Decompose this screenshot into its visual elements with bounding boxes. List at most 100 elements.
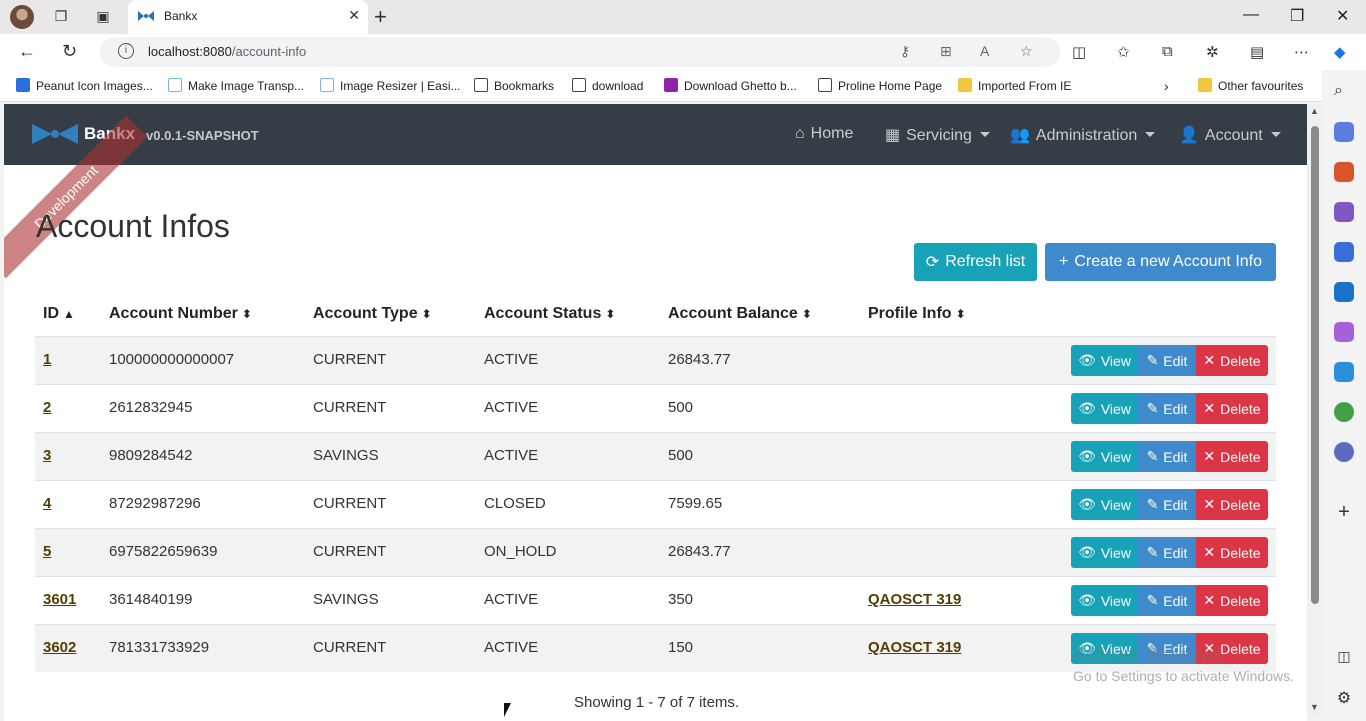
bookmark-item[interactable]: Peanut Icon Images... — [16, 78, 153, 93]
row-account-type: SAVINGS — [313, 591, 379, 608]
bookmark-item[interactable]: Download Ghetto b... — [664, 78, 797, 93]
bookmarks-overflow-icon[interactable]: › — [1164, 78, 1169, 94]
close-tab-icon[interactable]: ✕ — [348, 7, 360, 24]
row-id-link[interactable]: 3601 — [43, 591, 76, 608]
view-button[interactable]: 👁 View — [1071, 441, 1138, 472]
pencil-icon: ✎ — [1146, 400, 1159, 416]
minimize-icon[interactable]: — — [1243, 6, 1259, 24]
home-icon: ⌂ — [795, 125, 805, 142]
edit-button[interactable]: ✎ Edit — [1138, 441, 1196, 472]
bookmark-item[interactable]: Image Resizer | Easi... — [320, 78, 461, 93]
page-scrollbar[interactable]: ▲ ▼ — [1307, 104, 1323, 717]
view-button[interactable]: 👁 View — [1071, 537, 1138, 568]
header-account-status[interactable]: Account Status ⬍ — [484, 305, 615, 323]
add-icon[interactable]: + — [1334, 502, 1354, 522]
close-window-icon[interactable]: ✕ — [1336, 6, 1349, 26]
edit-button[interactable]: ✎ Edit — [1138, 537, 1196, 568]
edit-button[interactable]: ✎ Edit — [1138, 585, 1196, 616]
search-icon[interactable]: ⌕ — [1334, 82, 1354, 102]
delete-button[interactable]: ✕ Delete — [1196, 393, 1268, 424]
create-account-info-button[interactable]: + Create a new Account Info — [1045, 243, 1276, 281]
row-id-link[interactable]: 3 — [43, 447, 51, 464]
site-info-icon[interactable]: i — [118, 43, 134, 59]
url-text[interactable]: localhost:8080/account-info — [148, 44, 306, 59]
header-profile-info[interactable]: Profile Info ⬍ — [868, 305, 966, 323]
shopping-icon[interactable] — [1334, 122, 1354, 142]
delete-button[interactable]: ✕ Delete — [1196, 441, 1268, 472]
apps-icon[interactable]: ⊞ — [940, 43, 952, 60]
favorite-star-icon[interactable]: ☆ — [1020, 43, 1033, 60]
nav-home[interactable]: ⌂ Home — [795, 125, 853, 143]
view-button[interactable]: 👁 View — [1071, 585, 1138, 616]
m365-icon[interactable] — [1334, 242, 1354, 262]
delete-button[interactable]: ✕ Delete — [1196, 585, 1268, 616]
split-screen-icon[interactable]: ◫ — [1072, 43, 1086, 61]
back-icon[interactable]: ← — [18, 41, 36, 62]
refresh-list-button[interactable]: ⟳ Refresh list — [914, 243, 1037, 281]
users-icon: 👥 — [1010, 127, 1030, 144]
key-icon[interactable]: ⚷ — [900, 43, 910, 60]
send-icon[interactable] — [1334, 362, 1354, 382]
row-account-status: ON_HOLD — [484, 543, 557, 560]
delete-button[interactable]: ✕ Delete — [1196, 489, 1268, 520]
view-button[interactable]: 👁 View — [1071, 345, 1138, 376]
delete-button[interactable]: ✕ Delete — [1196, 345, 1268, 376]
reload-icon[interactable]: ↻ — [62, 41, 77, 62]
outlook-icon[interactable] — [1334, 282, 1354, 302]
extensions-icon[interactable]: ✲ — [1206, 43, 1219, 61]
edit-button[interactable]: ✎ Edit — [1138, 393, 1196, 424]
collections-icon[interactable]: ⧉ — [1162, 43, 1173, 60]
profile-avatar[interactable] — [10, 5, 34, 29]
copilot-icon[interactable]: ◆ — [1334, 43, 1346, 61]
designer-icon[interactable] — [1334, 322, 1354, 342]
row-id-link[interactable]: 5 — [43, 543, 51, 560]
row-profile-link[interactable]: QAOSCT 319 — [868, 639, 961, 656]
read-aloud-icon[interactable]: A — [980, 43, 989, 59]
scrollbar-thumb[interactable] — [1311, 126, 1319, 604]
delete-button[interactable]: ✕ Delete — [1196, 537, 1268, 568]
row-id-link[interactable]: 1 — [43, 351, 51, 368]
row-account-number: 9809284542 — [109, 447, 193, 464]
s-app-icon[interactable] — [1334, 442, 1354, 462]
nav-account[interactable]: 👤 Account — [1179, 125, 1281, 145]
eye-icon: 👁 — [1078, 496, 1096, 512]
workspaces-icon[interactable]: ❐ — [52, 7, 70, 25]
vertical-tabs-icon[interactable]: ▣ — [94, 7, 112, 25]
new-tab-icon[interactable]: + — [374, 4, 387, 30]
header-id[interactable]: ID ▲ — [43, 305, 75, 323]
bookmark-item[interactable]: download — [572, 78, 643, 93]
sidebar-toggle-icon[interactable]: ◫ — [1334, 648, 1354, 668]
edit-button[interactable]: ✎ Edit — [1138, 489, 1196, 520]
row-profile-link[interactable]: QAOSCT 319 — [868, 591, 961, 608]
url-bar[interactable]: i localhost:8080/account-info ⚷ ⊞ A ☆ — [100, 37, 1060, 67]
header-account-type[interactable]: Account Type ⬍ — [313, 305, 432, 323]
row-id-link[interactable]: 4 — [43, 495, 51, 512]
row-id-link[interactable]: 2 — [43, 399, 51, 416]
settings-gear-icon[interactable]: ⚙ — [1334, 688, 1354, 708]
bookmark-item[interactable]: Proline Home Page — [818, 78, 942, 93]
bookmark-item[interactable]: Make Image Transp... — [168, 78, 304, 93]
bookmark-item[interactable]: Bookmarks — [474, 78, 554, 93]
scroll-down-icon[interactable]: ▼ — [1310, 702, 1319, 712]
tools-icon[interactable] — [1334, 162, 1354, 182]
scroll-up-icon[interactable]: ▲ — [1310, 106, 1319, 116]
favorites-icon[interactable]: ✩ — [1117, 43, 1130, 61]
edit-button[interactable]: ✎ Edit — [1138, 345, 1196, 376]
nav-servicing[interactable]: ▦ Servicing — [885, 125, 990, 145]
header-account-balance[interactable]: Account Balance ⬍ — [668, 305, 812, 323]
view-button[interactable]: 👁 View — [1071, 393, 1138, 424]
bookmark-folder[interactable]: Imported From IE — [958, 78, 1071, 93]
more-menu-icon[interactable]: ⋯ — [1294, 43, 1309, 61]
active-tab[interactable]: Bankx ✕ — [128, 0, 368, 34]
bookmark-folder[interactable]: Other favourites — [1198, 78, 1303, 93]
header-account-number[interactable]: Account Number ⬍ — [109, 305, 252, 323]
view-button[interactable]: 👁 View — [1071, 489, 1138, 520]
pencil-icon: ✎ — [1146, 448, 1159, 464]
row-id-link[interactable]: 3602 — [43, 639, 76, 656]
restore-icon[interactable]: ❐ — [1290, 6, 1304, 26]
games-icon[interactable] — [1334, 202, 1354, 222]
performance-icon[interactable]: ▤ — [1250, 43, 1264, 61]
nav-administration[interactable]: 👥 Administration — [1010, 125, 1156, 145]
bankx-logo-icon[interactable] — [32, 124, 78, 144]
spring-icon[interactable] — [1334, 402, 1354, 422]
